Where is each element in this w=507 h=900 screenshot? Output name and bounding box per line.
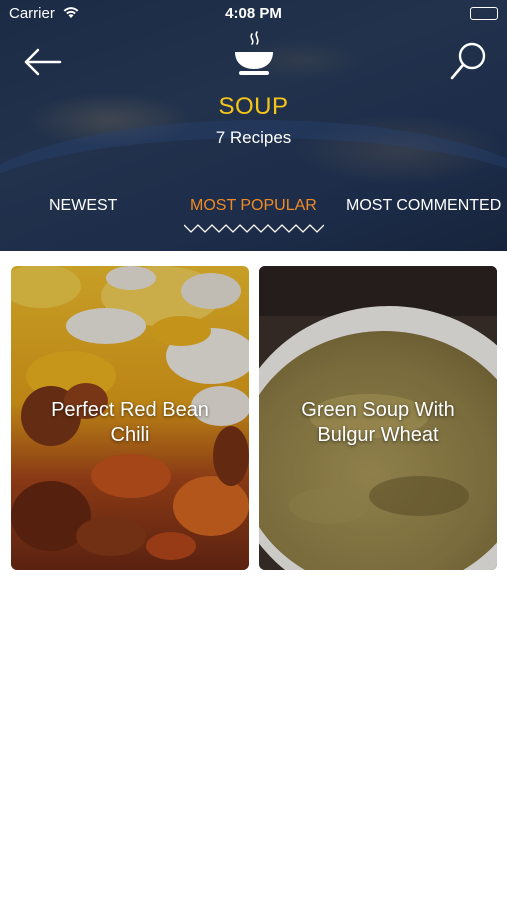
recipe-count: 7 Recipes xyxy=(215,128,292,147)
sort-tabs: NEWEST MOST POPULAR MOST COMMENTED xyxy=(0,193,507,243)
recipe-title: Green Soup With Bulgur Wheat xyxy=(301,399,455,446)
tab-most-commented[interactable]: MOST COMMENTED xyxy=(346,197,501,215)
recipe-card[interactable]: Green Soup With Bulgur Wheat xyxy=(259,266,497,570)
recipe-card[interactable]: Perfect Red Bean Chili xyxy=(11,266,249,570)
steaming-bowl-icon xyxy=(233,30,275,78)
recipe-title: Perfect Red Bean Chili xyxy=(51,399,209,446)
tab-most-popular[interactable]: MOST POPULAR xyxy=(190,197,317,215)
active-tab-indicator xyxy=(184,224,324,233)
search-icon xyxy=(450,42,486,80)
status-bar: Carrier 4:08 PM xyxy=(0,0,507,28)
category-title: SOUP xyxy=(218,93,289,120)
arrow-left-icon xyxy=(24,48,62,76)
header-banner: Carrier 4:08 PM SOUP 7 Recipes NEWEST MO… xyxy=(0,0,507,251)
battery-icon xyxy=(470,7,498,20)
tab-newest[interactable]: NEWEST xyxy=(49,197,117,215)
clock: 4:08 PM xyxy=(225,5,282,22)
back-button[interactable] xyxy=(22,44,64,80)
search-button[interactable] xyxy=(449,40,489,82)
